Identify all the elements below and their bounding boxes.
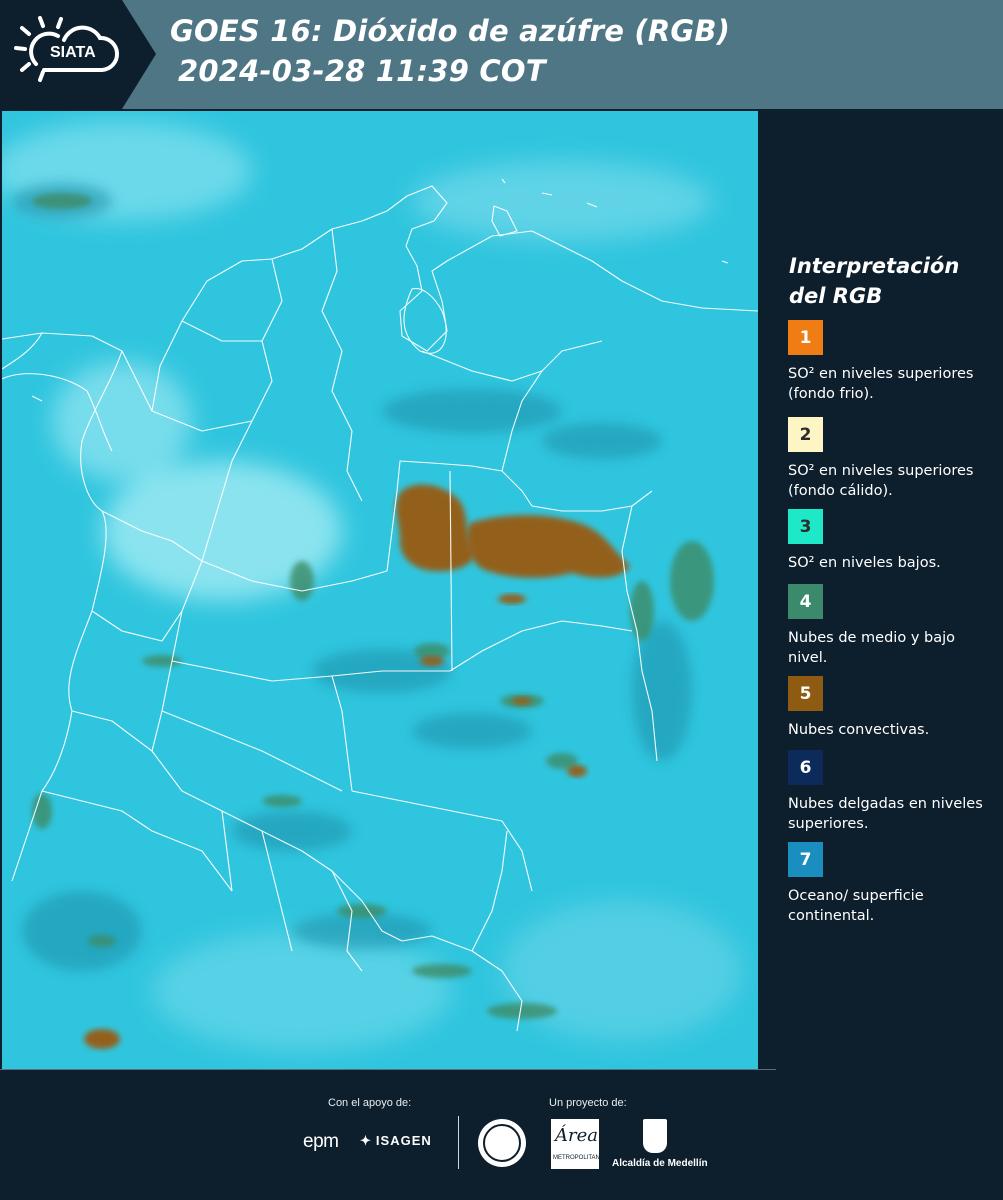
page-title: GOES 16: Dióxido de azúfre (RGB): [170, 14, 731, 48]
legend-description-3: SO² en niveles bajos.: [788, 555, 941, 571]
support-label: Con el apoyo de:: [328, 1097, 412, 1109]
legend-title-line1: Interpretación: [789, 254, 960, 278]
epm-logo: epm: [303, 1131, 339, 1152]
project-label: Un proyecto de:: [549, 1097, 627, 1109]
legend-swatch-4: 4: [788, 584, 823, 619]
legend-number-7: 7: [799, 849, 812, 870]
rgb-legend-panel: Interpretación del RGB 1 SO² en niveles …: [760, 111, 1003, 1069]
siata-logo-text: SIATA: [50, 44, 96, 61]
legend-swatch-1: 1: [788, 320, 823, 355]
legend-number-3: 3: [799, 516, 812, 537]
legend-description-7: Oceano/ superficie continental.: [788, 888, 924, 924]
legend-number-5: 5: [799, 683, 812, 704]
satellite-map[interactable]: [2, 111, 758, 1069]
footer: Con el apoyo de: Un proyecto de: epm ✦ IS…: [0, 1069, 1003, 1200]
area-logo-script: Área: [555, 1125, 598, 1146]
alcaldia-logo-text: Alcaldía de Medellín: [612, 1158, 708, 1169]
legend-description-6: Nubes delgadas en niveles superiores.: [788, 796, 983, 832]
legend-swatch-3: 3: [788, 509, 823, 544]
legend-item-5: 5 Nubes convectivas.: [788, 676, 993, 740]
legend-item-6: 6 Nubes delgadas en niveles superiores.: [788, 750, 993, 834]
legend-swatch-7: 7: [788, 842, 823, 877]
legend-number-2: 2: [799, 424, 812, 445]
area-metropolitana-logo: Área METROPOLITANA · Valle de Aburrá: [551, 1119, 649, 1169]
legend-description-1: SO² en niveles superiores (fondo frio).: [788, 366, 974, 402]
legend-description-2: SO² en niveles superiores (fondo cálido)…: [788, 463, 974, 499]
legend-item-2: 2 SO² en niveles superiores (fondo cálid…: [788, 417, 993, 501]
isagen-logo: ✦ ISAGEN: [360, 1133, 432, 1149]
siata-logo-panel: SIATA: [0, 0, 156, 109]
satellite-image: [2, 111, 758, 1069]
legend-number-4: 4: [799, 591, 812, 612]
page-timestamp: 2024-03-28 11:39 COT: [178, 54, 546, 88]
legend-description-4: Nubes de medio y bajo nivel.: [788, 630, 955, 666]
legend-item-3: 3 SO² en niveles bajos.: [788, 509, 993, 573]
isagen-logo-text: ISAGEN: [375, 1133, 432, 1148]
legend-swatch-5: 5: [788, 676, 823, 711]
legend-number-6: 6: [799, 757, 812, 778]
legend-item-4: 4 Nubes de medio y bajo nivel.: [788, 584, 993, 668]
medellin-seal-icon: [478, 1119, 526, 1167]
legend-item-7: 7 Oceano/ superficie continental.: [788, 842, 993, 926]
isagen-mark-icon: ✦: [360, 1133, 372, 1148]
footer-divider: [0, 1069, 776, 1070]
legend-description-5: Nubes convectivas.: [788, 722, 930, 738]
footer-vertical-divider: [458, 1116, 459, 1169]
legend-item-1: 1 SO² en niveles superiores (fondo frio)…: [788, 320, 993, 404]
legend-title-line2: del RGB: [789, 284, 883, 308]
legend-title: Interpretación del RGB: [789, 251, 989, 311]
alcaldia-shield-icon: [643, 1119, 667, 1153]
header-bar: SIATA GOES 16: Dióxido de azúfre (RGB) 2…: [0, 0, 1003, 109]
legend-swatch-6: 6: [788, 750, 823, 785]
legend-number-1: 1: [799, 327, 812, 348]
legend-swatch-2: 2: [788, 417, 823, 452]
